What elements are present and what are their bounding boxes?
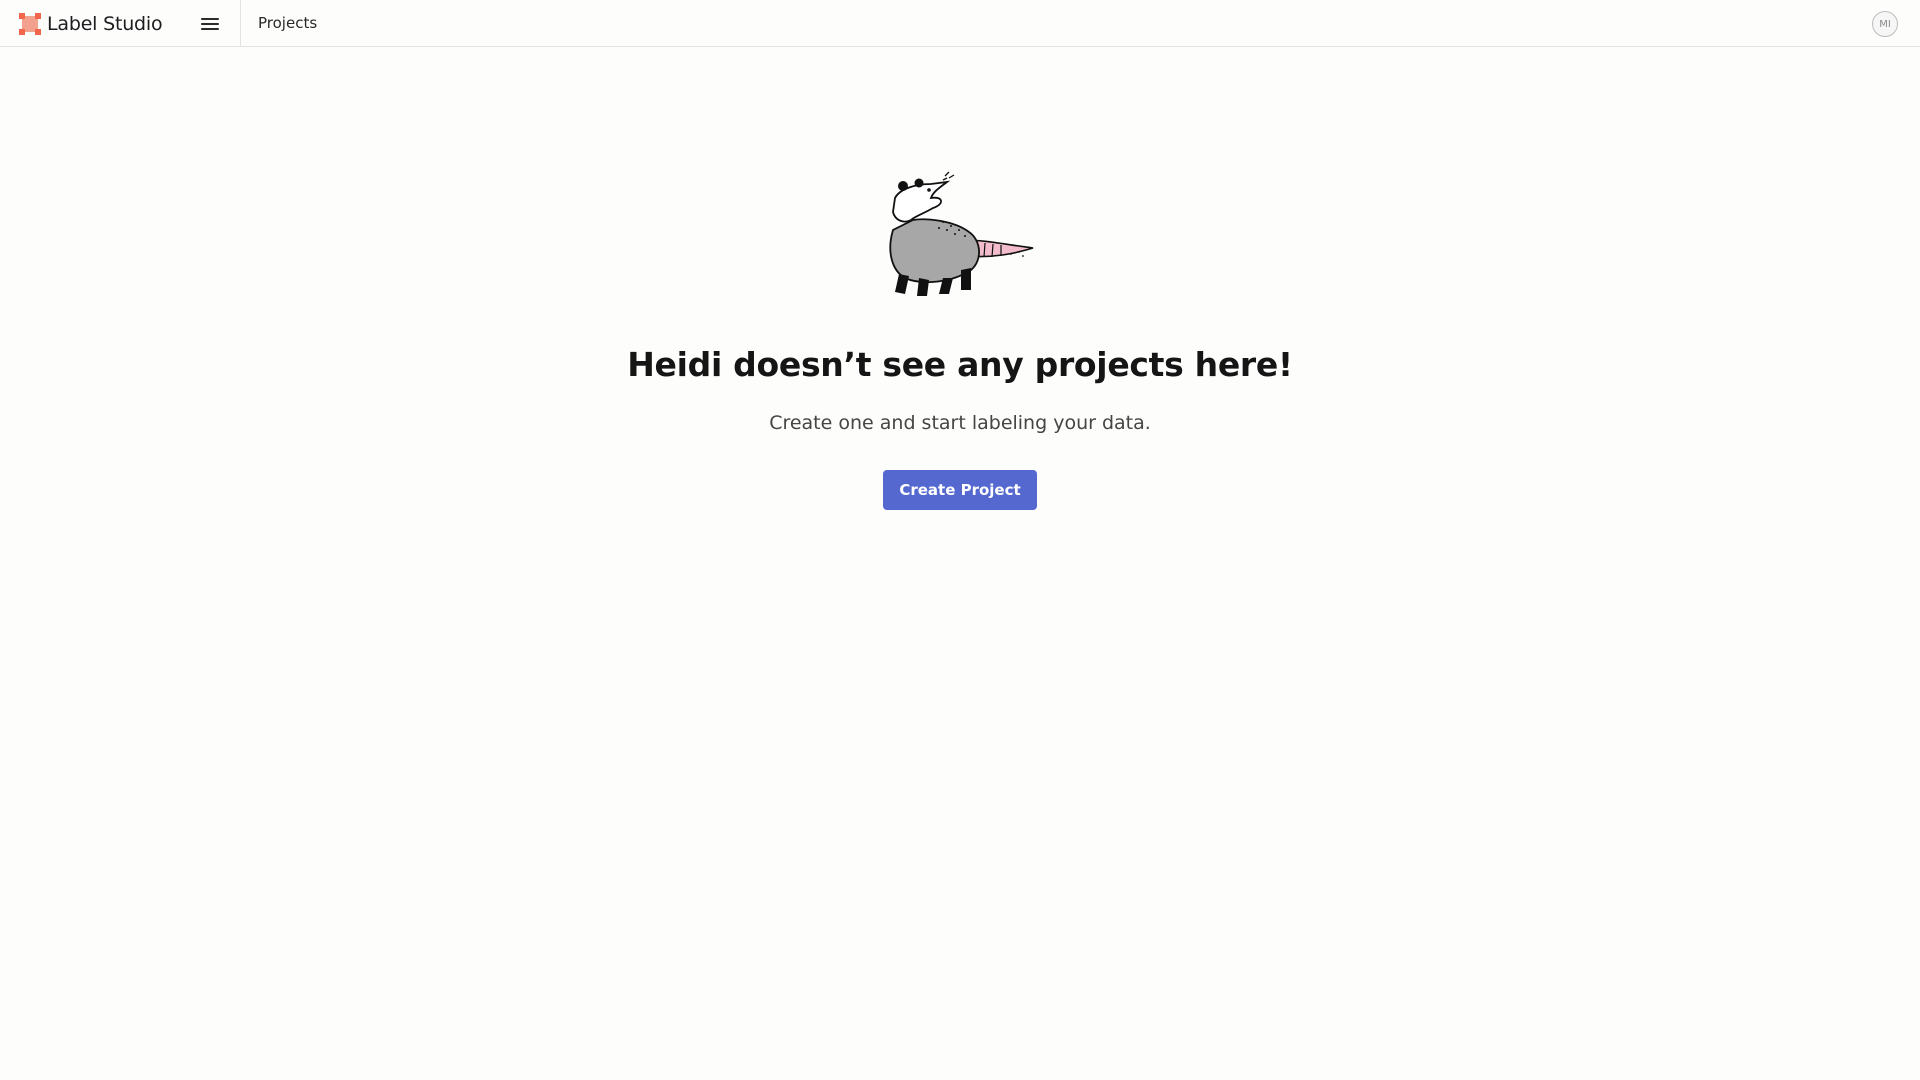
- empty-state-subtitle: Create one and start labeling your data.: [769, 412, 1151, 434]
- app-name: Label Studio: [47, 13, 163, 35]
- empty-state: Heidi doesn’t see any projects here! Cre…: [0, 170, 1920, 510]
- label-studio-logo-icon: [19, 13, 41, 35]
- top-navigation-bar: Label Studio Projects MI: [0, 0, 1920, 47]
- opossum-illustration: [888, 171, 1033, 296]
- main-menu-button[interactable]: [196, 10, 224, 38]
- create-project-button[interactable]: Create Project: [883, 470, 1037, 510]
- user-avatar[interactable]: MI: [1872, 11, 1898, 37]
- app-logo[interactable]: Label Studio: [19, 13, 163, 35]
- header-divider: [240, 0, 241, 47]
- breadcrumb-projects[interactable]: Projects: [258, 14, 317, 32]
- hamburger-menu-icon: [201, 18, 219, 30]
- empty-state-title: Heidi doesn’t see any projects here!: [627, 345, 1293, 384]
